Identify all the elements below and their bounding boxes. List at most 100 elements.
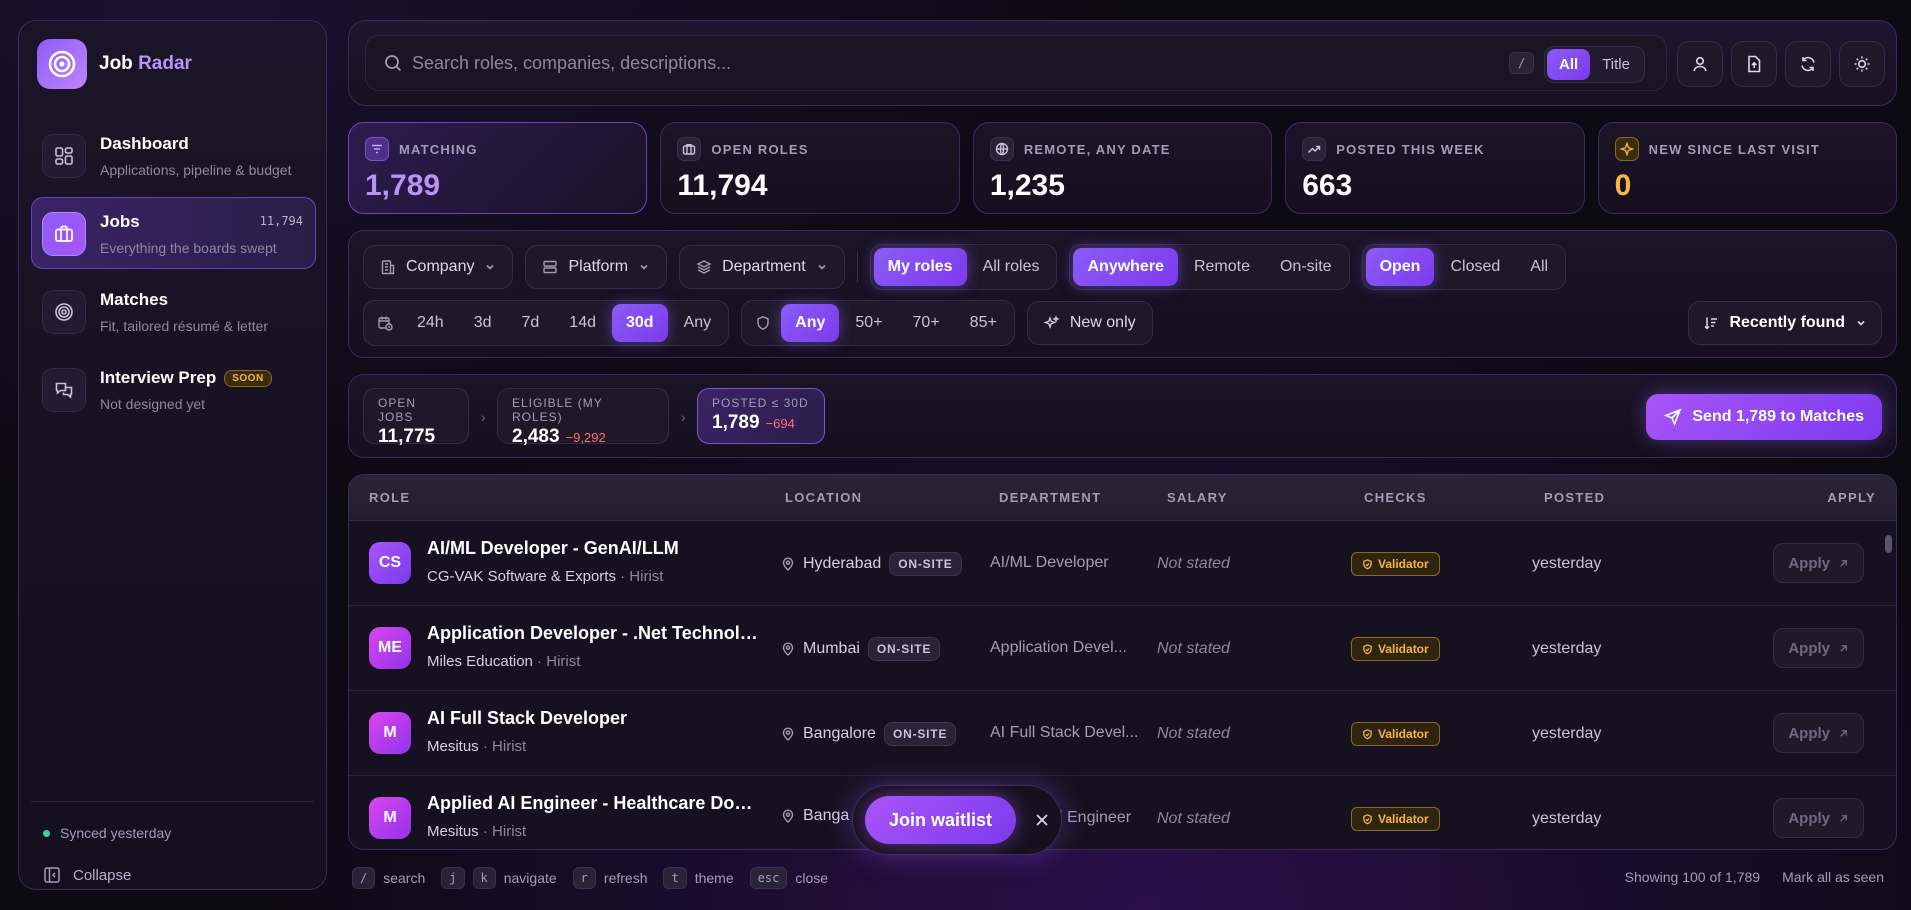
- age-3d-option[interactable]: 3d: [460, 304, 506, 342]
- funnel-eligible[interactable]: ELIGIBLE (MY ROLES) 2,483 −9,292: [497, 388, 669, 447]
- scrollbar-thumb[interactable]: [1885, 535, 1892, 553]
- table-scrollbar[interactable]: [1885, 535, 1892, 835]
- score-70-option[interactable]: 70+: [899, 304, 954, 342]
- collapse-button[interactable]: Collapse: [43, 866, 131, 884]
- chevron-down-icon: [640, 264, 648, 270]
- col-location[interactable]: LOCATION: [785, 490, 862, 505]
- funnel-open-jobs[interactable]: OPEN JOBS 11,775: [363, 388, 469, 447]
- score-50-option[interactable]: 50+: [841, 304, 896, 342]
- score-any-option[interactable]: Any: [781, 304, 840, 342]
- file-upload-icon: [1748, 55, 1761, 73]
- open-option[interactable]: Open: [1365, 248, 1435, 286]
- validator-badge: Validator: [1351, 552, 1440, 576]
- apply-button[interactable]: Apply: [1773, 713, 1864, 753]
- job-location: Mumbai ON-SITE: [781, 637, 941, 661]
- external-arrow-icon: [1840, 644, 1847, 652]
- map-pin-icon: [782, 809, 794, 823]
- funnel-posted[interactable]: POSTED ≤ 30D 1,789 −694: [697, 388, 825, 444]
- platform-dropdown[interactable]: Platform: [525, 245, 668, 289]
- col-role[interactable]: ROLE: [369, 490, 410, 505]
- job-posted: yesterday: [1532, 555, 1602, 572]
- close-icon[interactable]: [1034, 812, 1050, 828]
- anywhere-option[interactable]: Anywhere: [1073, 248, 1178, 286]
- age-30d-option[interactable]: 30d: [612, 304, 668, 342]
- job-title[interactable]: Applied AI Engineer - Healthcare Domain: [427, 793, 767, 814]
- layers-icon: [696, 260, 712, 274]
- search-input[interactable]: [412, 52, 1442, 74]
- onsite-option[interactable]: On-site: [1266, 248, 1346, 286]
- results-count: Showing 100 of 1,789: [1624, 869, 1761, 885]
- trend-up-icon: [1302, 137, 1327, 161]
- stat-value: 11,794: [677, 169, 768, 202]
- sidebar-item-title: Jobs: [100, 212, 140, 231]
- scope-title-option[interactable]: Title: [1590, 49, 1642, 80]
- join-waitlist-button[interactable]: Join waitlist: [865, 796, 1017, 844]
- department-dropdown[interactable]: Department: [679, 245, 845, 289]
- sidebar-item-dashboard[interactable]: Dashboard Applications, pipeline & budge…: [31, 119, 316, 191]
- validator-badge: Validator: [1351, 637, 1440, 661]
- job-title[interactable]: AI/ML Developer - GenAI/LLM: [427, 538, 767, 559]
- sort-dropdown[interactable]: Recently found: [1688, 301, 1882, 345]
- export-button[interactable]: [1731, 41, 1777, 87]
- all-status-option[interactable]: All: [1516, 248, 1562, 286]
- table-row[interactable]: ME Application Developer - .Net Technolo…: [349, 606, 1896, 691]
- score-toggle: Any 50+ 70+ 85+: [741, 300, 1015, 346]
- shield-icon: [745, 315, 779, 331]
- table-row[interactable]: CS AI/ML Developer - GenAI/LLM CG-VAK So…: [349, 521, 1896, 606]
- col-department[interactable]: DEPARTMENT: [999, 490, 1101, 505]
- map-pin-icon: [782, 557, 794, 571]
- stat-card-posted-week[interactable]: POSTED THIS WEEK 663: [1285, 122, 1585, 214]
- age-7d-option[interactable]: 7d: [508, 304, 554, 342]
- sidebar-item-subtitle: Everything the boards swept: [100, 240, 277, 256]
- key-cap: esc: [749, 867, 788, 889]
- profile-button[interactable]: [1677, 41, 1723, 87]
- all-roles-option[interactable]: All roles: [969, 248, 1054, 286]
- stat-card-matching[interactable]: MATCHING 1,789: [348, 122, 648, 214]
- col-salary[interactable]: SALARY: [1167, 490, 1228, 505]
- brand[interactable]: Job Radar: [37, 39, 192, 89]
- col-checks[interactable]: CHECKS: [1364, 490, 1427, 505]
- scope-all-option[interactable]: All: [1547, 49, 1591, 80]
- chevron-down-icon: [486, 264, 495, 270]
- work-mode-tag: ON-SITE: [883, 722, 957, 746]
- mark-all-seen-link[interactable]: Mark all as seen: [1782, 869, 1884, 885]
- briefcase-icon: [677, 137, 702, 161]
- stat-card-open-roles[interactable]: OPEN ROLES 11,794: [660, 122, 960, 214]
- table-row[interactable]: M Applied AI Engineer - Healthcare Domai…: [349, 776, 1896, 849]
- apply-button[interactable]: Apply: [1773, 543, 1864, 583]
- chevron-down-icon: [818, 264, 826, 270]
- external-arrow-icon: [1840, 814, 1847, 822]
- job-title[interactable]: AI Full Stack Developer: [427, 708, 767, 729]
- sidebar-item-matches[interactable]: Matches Fit, tailored résumé & letter: [31, 275, 316, 347]
- job-posted: yesterday: [1532, 640, 1602, 657]
- theme-toggle-button[interactable]: [1839, 41, 1885, 87]
- company-dropdown[interactable]: Company: [363, 245, 514, 289]
- sidebar-item-jobs[interactable]: Jobs Everything the boards swept 11,794: [31, 197, 316, 269]
- location-mode-toggle: Anywhere Remote On-site: [1069, 244, 1350, 290]
- send-to-matches-button[interactable]: Send 1,789 to Matches: [1646, 394, 1882, 440]
- my-roles-option[interactable]: My roles: [873, 248, 967, 286]
- apply-button[interactable]: Apply: [1773, 628, 1864, 668]
- remote-option[interactable]: Remote: [1180, 248, 1264, 286]
- shortcut-hint-refresh: r refresh: [572, 867, 647, 889]
- briefcase-icon: [42, 212, 86, 256]
- age-24h-option[interactable]: 24h: [403, 304, 458, 342]
- job-title[interactable]: Application Developer - .Net Technolog..…: [427, 623, 767, 644]
- stat-card-new-since-visit[interactable]: NEW SINCE LAST VISIT 0: [1597, 122, 1898, 214]
- job-salary: Not stated: [1157, 640, 1230, 657]
- age-14d-option[interactable]: 14d: [555, 304, 610, 342]
- stat-card-remote[interactable]: REMOTE, ANY DATE 1,235: [972, 122, 1273, 214]
- stat-label: POSTED THIS WEEK: [1336, 141, 1485, 157]
- job-department: AI Full Stack Devel...: [990, 724, 1139, 741]
- table-row[interactable]: M AI Full Stack Developer Mesitus · Hiri…: [349, 691, 1896, 776]
- apply-button[interactable]: Apply: [1773, 798, 1864, 838]
- score-85-option[interactable]: 85+: [956, 304, 1011, 342]
- company-avatar: M: [369, 712, 411, 754]
- age-any-option[interactable]: Any: [670, 304, 726, 342]
- new-only-toggle[interactable]: New only: [1026, 301, 1153, 345]
- col-posted[interactable]: POSTED: [1544, 490, 1605, 505]
- refresh-button[interactable]: [1785, 41, 1831, 87]
- sidebar-divider: [31, 801, 314, 802]
- closed-option[interactable]: Closed: [1436, 248, 1514, 286]
- sidebar-item-interview-prep[interactable]: Interview Prep SOON Not designed yet: [31, 353, 316, 425]
